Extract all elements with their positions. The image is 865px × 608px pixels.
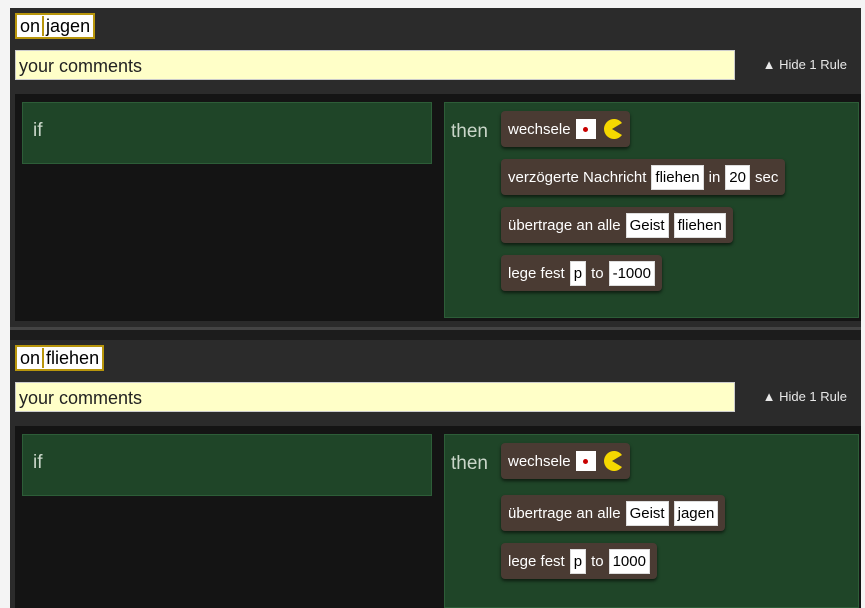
then-label: then xyxy=(451,121,488,142)
rule-body: if then wechsele übertrage an alle Geist… xyxy=(15,426,861,608)
action-set-variable[interactable]: lege fest p to -1000 xyxy=(501,255,662,291)
action-verb: übertrage an alle xyxy=(508,216,621,234)
rule-panel-fliehen: on fliehen your comments ▲ Hide 1 Rule i… xyxy=(10,340,861,608)
event-name[interactable]: fliehen xyxy=(46,345,99,371)
then-actions-box[interactable]: then wechsele verzögerte Nachricht flieh… xyxy=(444,102,859,318)
action-verb: lege fest xyxy=(508,264,565,282)
to-label: to xyxy=(591,264,604,282)
pacman-icon[interactable] xyxy=(601,450,623,472)
value-slot[interactable]: 1000 xyxy=(608,548,650,574)
variable-slot[interactable]: p xyxy=(569,548,587,574)
action-switch-sprite[interactable]: wechsele xyxy=(501,111,630,147)
action-verb: lege fest xyxy=(508,552,565,570)
action-broadcast[interactable]: übertrage an alle Geist jagen xyxy=(501,495,726,531)
event-name[interactable]: jagen xyxy=(46,13,90,39)
hide-rule-button[interactable]: ▲ Hide 1 Rule xyxy=(763,50,847,80)
message-slot[interactable]: fliehen xyxy=(651,164,704,190)
comment-input[interactable]: your comments xyxy=(15,382,735,412)
action-delayed-message[interactable]: verzögerte Nachricht fliehen in 20 sec xyxy=(501,159,786,195)
rule-body: if then wechsele verzögerte Nachricht fl… xyxy=(15,94,861,321)
target-slot[interactable]: Geist xyxy=(625,500,669,526)
rule-separator xyxy=(10,327,861,340)
if-condition-box[interactable]: if xyxy=(22,434,432,496)
red-dot-icon[interactable] xyxy=(575,119,596,139)
action-verb: wechsele xyxy=(508,452,571,470)
rule-panel-jagen: on jagen your comments ▲ Hide 1 Rule if … xyxy=(10,8,861,327)
in-label: in xyxy=(708,168,721,186)
target-slot[interactable]: Geist xyxy=(625,212,669,238)
if-condition-box[interactable]: if xyxy=(22,102,432,164)
value-slot[interactable]: -1000 xyxy=(608,260,655,286)
then-label: then xyxy=(451,453,488,474)
if-label: if xyxy=(33,120,43,141)
pacman-icon[interactable] xyxy=(601,118,623,140)
action-switch-sprite[interactable]: wechsele xyxy=(501,443,630,479)
if-label: if xyxy=(33,452,43,473)
message-slot[interactable]: fliehen xyxy=(673,212,726,238)
event-selector[interactable]: on fliehen xyxy=(15,345,105,371)
action-set-variable[interactable]: lege fest p to 1000 xyxy=(501,543,657,579)
action-verb: wechsele xyxy=(508,120,571,138)
action-broadcast[interactable]: übertrage an alle Geist fliehen xyxy=(501,207,733,243)
then-actions-box[interactable]: then wechsele übertrage an alle Geist ja… xyxy=(444,434,859,608)
event-divider xyxy=(42,16,45,36)
message-slot[interactable]: jagen xyxy=(673,500,719,526)
comment-input[interactable]: your comments xyxy=(15,50,735,80)
event-divider xyxy=(42,348,45,368)
event-on-label: on xyxy=(20,348,41,368)
to-label: to xyxy=(591,552,604,570)
unit-label: sec xyxy=(754,168,779,186)
event-on-label: on xyxy=(20,16,41,36)
event-selector[interactable]: on jagen xyxy=(15,13,96,39)
hide-rule-button[interactable]: ▲ Hide 1 Rule xyxy=(763,382,847,412)
delay-value-slot[interactable]: 20 xyxy=(725,164,750,190)
variable-slot[interactable]: p xyxy=(569,260,587,286)
action-verb: übertrage an alle xyxy=(508,504,621,522)
red-dot-icon[interactable] xyxy=(575,451,596,471)
action-verb: verzögerte Nachricht xyxy=(508,168,647,186)
